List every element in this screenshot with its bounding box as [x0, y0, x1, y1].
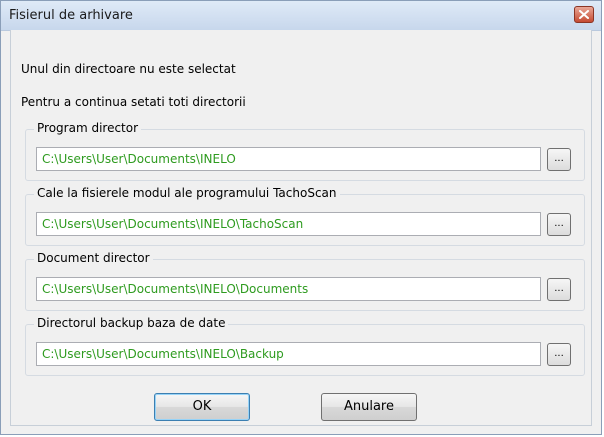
group-label: Program director [34, 121, 142, 135]
program-director-field[interactable]: C:\Users\User\Documents\INELO [36, 147, 541, 171]
title-bar[interactable]: Fisierul de arhivare [1, 1, 601, 31]
ok-button[interactable]: OK [154, 393, 250, 421]
group-label: Cale la fisierele modul ale programului … [34, 186, 340, 200]
browse-backup-director-button[interactable]: ... [547, 343, 571, 366]
browse-module-path-button[interactable]: ... [547, 213, 571, 236]
cancel-button[interactable]: Anulare [321, 393, 417, 421]
close-x-icon [579, 10, 589, 19]
window-title: Fisierul de arhivare [9, 8, 133, 23]
group-backup-director: Directorul backup baza de date C:\Users\… [25, 316, 585, 376]
group-label: Document director [34, 251, 153, 265]
backup-director-field[interactable]: C:\Users\User\Documents\INELO\Backup [36, 342, 541, 366]
browse-document-director-button[interactable]: ... [547, 278, 571, 301]
browse-program-director-button[interactable]: ... [547, 148, 571, 171]
module-path-field[interactable]: C:\Users\User\Documents\INELO\TachoScan [36, 212, 541, 236]
instruction-message: Pentru a continua setati toti directorii [21, 95, 246, 109]
warning-message: Unul din directoare nu este selectat [21, 62, 236, 76]
dialog-window: Fisierul de arhivare Unul din directoare… [0, 0, 602, 435]
group-module-path: Cale la fisierele modul ale programului … [25, 186, 585, 246]
group-document-director: Document director C:\Users\User\Document… [25, 251, 585, 311]
group-label: Directorul backup baza de date [34, 316, 229, 330]
group-program-director: Program director C:\Users\User\Documents… [25, 121, 585, 181]
close-button[interactable] [574, 6, 594, 23]
document-director-field[interactable]: C:\Users\User\Documents\INELO\Documents [36, 277, 541, 301]
